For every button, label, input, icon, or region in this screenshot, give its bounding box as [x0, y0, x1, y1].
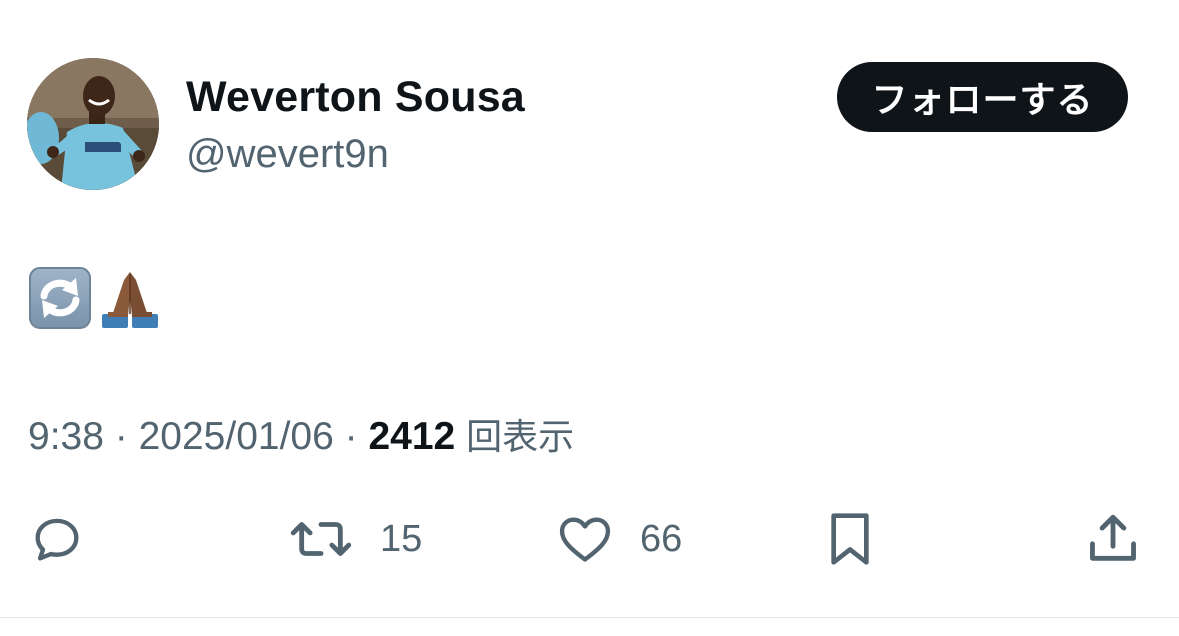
tweet-meta: 9:38 · 2025/01/06 · 2412 回表示 — [28, 414, 574, 461]
follow-button[interactable]: フォローする — [837, 62, 1128, 132]
author-display-name[interactable]: Weverton Sousa — [186, 72, 525, 122]
views-label[interactable]: 回表示 — [466, 417, 574, 458]
author-handle[interactable]: @wevert9n — [186, 130, 389, 178]
avatar[interactable] — [27, 58, 159, 190]
reply-icon — [28, 510, 86, 568]
divider — [0, 617, 1179, 618]
counterclockwise-arrows-icon — [28, 266, 92, 330]
folded-hands-icon — [98, 266, 162, 330]
reply-button[interactable] — [28, 508, 86, 570]
retweet-button[interactable]: 15 — [288, 508, 422, 570]
bookmark-icon — [822, 508, 878, 570]
meta-separator: · — [114, 415, 128, 458]
bookmark-button[interactable] — [822, 508, 878, 570]
retweet-icon — [288, 510, 354, 568]
share-icon — [1084, 510, 1142, 568]
like-count: 66 — [640, 517, 683, 560]
heart-icon — [556, 510, 614, 568]
tweet-time[interactable]: 9:38 — [28, 415, 104, 458]
retweet-count: 15 — [380, 517, 423, 560]
tweet-date[interactable]: 2025/01/06 — [139, 415, 334, 458]
meta-separator: · — [344, 415, 358, 458]
share-button[interactable] — [1084, 508, 1142, 570]
like-button[interactable]: 66 — [556, 508, 682, 570]
tweet-text — [28, 266, 162, 330]
views-count[interactable]: 2412 — [368, 415, 455, 458]
